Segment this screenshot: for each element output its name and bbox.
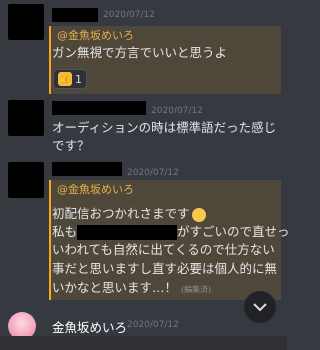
message-2: 2020/07/12 オーディションの時は標準語だった感じ です？ <box>0 96 287 158</box>
message-text-line: 事だと思いますし直す必要は個人的に無 <box>52 261 278 276</box>
redacted-text <box>77 225 178 240</box>
thumbs-up-icon: 👍 <box>58 72 72 86</box>
message-text-line: 初配信おつかれさまです <box>52 204 206 224</box>
message-text: ガン無視で方言でいいと思うよ <box>52 45 228 60</box>
username-redacted[interactable] <box>52 101 146 115</box>
username-redacted[interactable] <box>52 8 98 22</box>
face-emoji-icon <box>191 207 206 222</box>
message-input-bar[interactable] <box>0 336 287 350</box>
avatar-redacted[interactable] <box>8 100 44 136</box>
scroll-to-bottom-button[interactable] <box>244 291 276 323</box>
mention-reply[interactable]: @金魚坂めいろ <box>57 27 134 43</box>
message-text-line: オーディションの時は標準語だった感じ <box>52 120 277 135</box>
message-text: がすごいので直せっ <box>177 224 290 239</box>
message-3: 2020/07/12 @金魚坂めいろ 初配信おつかれさまです 私も がすごいので直… <box>0 158 290 308</box>
message-text-line: いわれても自然に出てくるので仕方ない <box>52 242 275 257</box>
message-1: 2020/07/12 @金魚坂めいろ ガン無視で方言でいいと思うよ 👍 1 <box>0 0 287 95</box>
message-text: いかなと思います…！ <box>52 280 178 295</box>
message-text-line: いかなと思います…！ (編集済) <box>52 278 211 300</box>
message-text: 初配信おつかれさまです <box>52 206 190 221</box>
reaction-button[interactable]: 👍 1 <box>53 69 87 89</box>
username[interactable]: 金魚坂めいろ <box>52 317 127 336</box>
avatar-redacted[interactable] <box>8 4 44 40</box>
avatar-redacted[interactable] <box>8 162 44 198</box>
timestamp: 2020/07/12 <box>103 10 155 20</box>
timestamp: 2020/07/12 <box>127 168 179 178</box>
message-text-line: です？ <box>52 138 90 153</box>
chevron-down-icon <box>253 303 267 312</box>
reaction-count: 1 <box>75 72 82 86</box>
username-redacted[interactable] <box>52 162 122 176</box>
message-text-line: 私も がすごいので直せっ <box>52 222 290 242</box>
edited-label: (編集済) <box>181 285 212 294</box>
message-text: 私も <box>52 224 78 239</box>
mention-reply[interactable]: @金魚坂めいろ <box>57 181 134 197</box>
timestamp: 2020/07/12 <box>151 106 203 116</box>
timestamp: 2020/07/12 <box>127 320 179 330</box>
